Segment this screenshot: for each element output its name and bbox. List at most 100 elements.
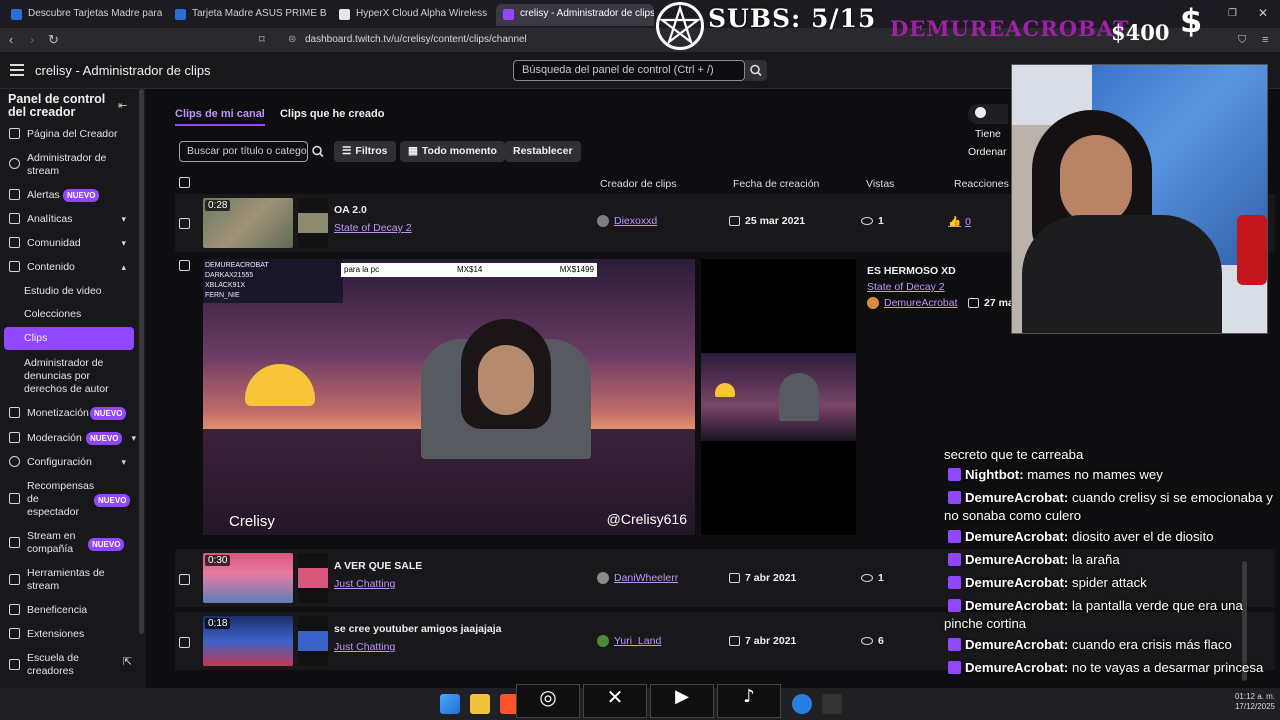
- pentagram-icon: [656, 2, 704, 50]
- sidebar-item-copyright[interactable]: Administrador de denuncias por derechos …: [0, 357, 138, 397]
- windows-start-icon[interactable]: [440, 694, 460, 714]
- site-info-icon[interactable]: ⊜: [288, 31, 296, 49]
- row-checkbox[interactable]: [179, 574, 190, 585]
- vertical-clip-preview[interactable]: [701, 259, 856, 535]
- filter-search-button[interactable]: [308, 141, 328, 162]
- clip-game-link[interactable]: Just Chatting: [334, 641, 395, 653]
- clip-creator-link[interactable]: Yuri_Land: [597, 635, 661, 647]
- clip-game-link[interactable]: Just Chatting: [334, 578, 395, 590]
- sidebar-item-viewer-rewards[interactable]: Recompensas de espectador NUEVO: [0, 480, 138, 520]
- browser-tab[interactable]: HyperX Cloud Alpha Wireless - Gam: [332, 4, 490, 26]
- app-icon[interactable]: [792, 694, 812, 714]
- eye-icon: [861, 637, 873, 645]
- restore-window-icon[interactable]: ❐: [1228, 8, 1237, 19]
- bookmark-icon[interactable]: ⌑: [259, 33, 265, 47]
- sidebar-item-label: Configuración: [27, 456, 92, 468]
- goal-target: MX$1499: [559, 265, 594, 274]
- browser-tab[interactable]: Descubre Tarjetas Madre para PC | C: [4, 4, 162, 26]
- tab-clips-i-created[interactable]: Clips que he creado: [280, 108, 385, 120]
- hamburger-icon[interactable]: [10, 64, 24, 76]
- reactions-link[interactable]: 👍 0: [948, 215, 971, 228]
- clip-creator-link[interactable]: Diexoxxd: [597, 215, 657, 227]
- clip-thumbnail[interactable]: 0:18: [203, 616, 293, 666]
- reload-icon[interactable]: ↻: [48, 33, 59, 47]
- clip-video-player[interactable]: DEMUREACROBAT DARKAX21555 XBLACK91X FERN…: [203, 259, 695, 535]
- tab-label: crelisy - Administrador de clips: [520, 8, 654, 19]
- epic-games-icon[interactable]: [822, 694, 842, 714]
- clip-vertical-thumbnail[interactable]: [298, 553, 328, 603]
- youtube-icon: ▶: [675, 686, 689, 707]
- twitch-icon: [948, 553, 961, 566]
- back-icon[interactable]: ‹: [9, 33, 13, 47]
- reset-button[interactable]: Restablecer: [505, 141, 581, 162]
- browser-tab[interactable]: Tarjeta Madre ASUS PRIME B760M-A: [168, 4, 326, 26]
- clip-creator-link[interactable]: DemureAcrobat: [867, 297, 958, 309]
- chat-message: Nightbot: mames no mames wey: [944, 466, 1280, 484]
- dashboard-search-input[interactable]: Búsqueda del panel de control (Ctrl + /): [513, 60, 745, 81]
- sidebar-item-label: Monetización: [27, 407, 89, 419]
- x-overlay: ✕: [583, 684, 647, 718]
- leaderboard-entry: DEMUREACROBAT: [205, 262, 269, 269]
- clip-game-link[interactable]: State of Decay 2: [867, 281, 945, 293]
- avatar: [597, 635, 609, 647]
- clip-duration: 0:30: [205, 555, 231, 566]
- clip-thumbnail[interactable]: 0:28: [203, 198, 293, 248]
- clip-filter-input[interactable]: Buscar por título o catego: [179, 141, 308, 162]
- x-icon: ✕: [606, 685, 624, 709]
- person-shirt: [1022, 215, 1222, 333]
- clip-thumbnail[interactable]: 0:30: [203, 553, 293, 603]
- top-donor-amount: $400: [1111, 20, 1170, 45]
- forward-icon[interactable]: ›: [30, 33, 34, 47]
- clip-duration: 0:28: [205, 200, 231, 211]
- shield-icon[interactable]: ⛉: [1238, 33, 1246, 47]
- sidebar-item-stream-together[interactable]: Stream en compañía NUEVO: [0, 530, 138, 558]
- chat-username: DemureAcrobat:: [965, 637, 1069, 652]
- search-button[interactable]: [745, 60, 767, 81]
- column-header-views[interactable]: Vistas: [866, 178, 894, 190]
- column-header-creator[interactable]: Creador de clips: [600, 178, 676, 190]
- row-checkbox[interactable]: [179, 218, 190, 229]
- info-button[interactable]: Tiene: [968, 104, 1008, 140]
- clip-game-link[interactable]: State of Decay 2: [334, 222, 412, 234]
- clip-creator-link[interactable]: DaniWheelerr: [597, 572, 678, 584]
- sidebar-scrollbar[interactable]: [139, 89, 144, 634]
- sidebar-item-clips[interactable]: Clips: [4, 327, 134, 350]
- row-checkbox[interactable]: [179, 637, 190, 648]
- creator-name: Diexoxxd: [614, 215, 658, 227]
- instagram-overlay: ◎: [516, 684, 580, 718]
- sidebar-item-label: Stream en compañía: [27, 530, 76, 555]
- monetization-icon: [9, 407, 20, 418]
- clip-title: ES HERMOSO XD: [867, 265, 956, 277]
- clock-date: 17/12/2025: [1234, 702, 1275, 711]
- sidebar-item-stream-tools[interactable]: Herramientas de stream: [0, 567, 138, 595]
- site-icon: [11, 9, 22, 20]
- clip-views: 6: [861, 635, 884, 647]
- calendar-icon: [968, 298, 979, 308]
- clip-vertical-thumbnail[interactable]: [298, 198, 328, 248]
- sidebar-item-label: Herramientas de stream: [27, 567, 105, 592]
- file-explorer-icon[interactable]: [470, 694, 490, 714]
- sort-button[interactable]: Ordenar: [968, 146, 1007, 158]
- tab-my-channel-clips[interactable]: Clips de mi canal: [175, 108, 265, 126]
- subs-goal-overlay: SUBS: 5/15: [708, 4, 877, 33]
- system-clock[interactable]: 01:12 a. m. 17/12/2025: [1225, 692, 1275, 712]
- new-badge: NUEVO: [86, 432, 123, 445]
- clip-vertical-thumbnail[interactable]: [298, 616, 328, 666]
- tools-icon: [9, 574, 20, 585]
- collapse-sidebar-icon[interactable]: ⇤: [118, 99, 127, 112]
- close-window-icon[interactable]: ✕: [1258, 6, 1268, 20]
- menu-icon[interactable]: ≡: [1262, 33, 1268, 47]
- filters-button[interactable]: ☰ Filtros: [334, 141, 396, 162]
- webcam-overlay: [1011, 64, 1268, 334]
- person-face: [1060, 135, 1132, 225]
- column-header-reactions[interactable]: Reacciones: [954, 178, 1009, 190]
- select-all-checkbox[interactable]: [179, 177, 190, 188]
- browser-tab-active[interactable]: crelisy - Administrador de clips: [496, 4, 654, 26]
- column-header-date[interactable]: Fecha de creación: [733, 178, 819, 190]
- row-checkbox[interactable]: [179, 260, 190, 271]
- sidebar-item-stream-manager[interactable]: Administrador de stream: [0, 152, 138, 178]
- time-range-button[interactable]: ▦ Todo momento: [400, 141, 505, 162]
- sidebar-item-label: Escuela de creadores: [27, 652, 79, 677]
- chat-username: DemureAcrobat:: [965, 529, 1069, 544]
- sidebar-item-creator-school[interactable]: Escuela de creadores ⇱: [0, 652, 138, 680]
